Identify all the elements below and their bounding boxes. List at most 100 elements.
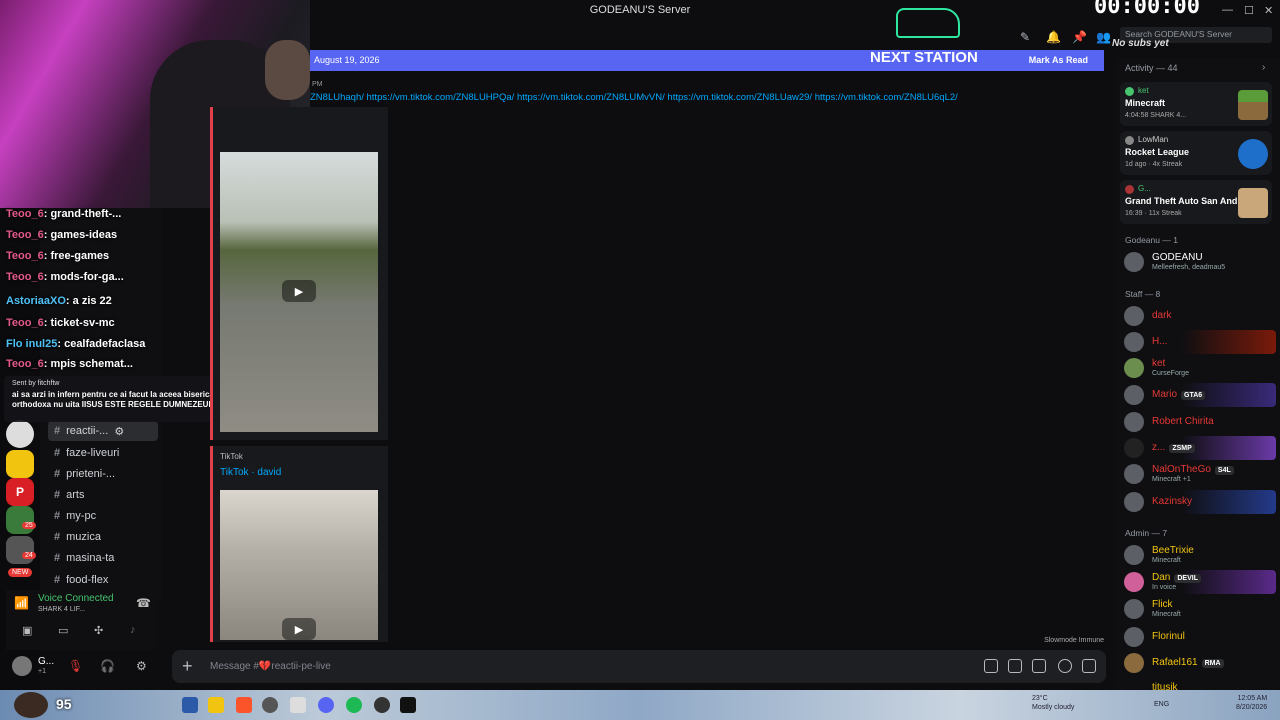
chat-line: Teoo_6: mpis schemat... [6, 358, 133, 370]
language-indicator[interactable]: ENG [1154, 701, 1169, 708]
mic-muted-icon[interactable]: 🎙 [68, 659, 83, 673]
channel-item-muzica[interactable]: # muzica [48, 527, 101, 547]
close-button[interactable]: ✕ [1264, 4, 1273, 17]
camera-off-icon[interactable]: ▣ [22, 624, 32, 637]
avatar [1124, 412, 1144, 432]
embed-author[interactable]: TikTok · david [220, 467, 281, 478]
member-item[interactable]: Kazinsky [1122, 490, 1276, 514]
apps-icon[interactable] [1082, 659, 1096, 673]
channel-item-food-flex[interactable]: # food-flex [48, 570, 108, 590]
chevron-right-icon[interactable]: › [1262, 62, 1265, 73]
member-name: Kazinsky [1152, 496, 1193, 507]
channel-item-reactii[interactable]: # reactii-... ⚙ [48, 421, 158, 441]
obs-icon[interactable] [262, 697, 278, 713]
notification-badge: 25 [22, 522, 36, 529]
video-thumbnail[interactable]: ▶ [220, 490, 378, 640]
member-item[interactable]: Rafael161 RMA [1122, 651, 1276, 675]
server-icon[interactable] [6, 506, 34, 534]
member-item[interactable]: Flick Minecraft [1122, 597, 1276, 621]
member-item[interactable]: Florinul [1122, 625, 1276, 649]
activity-meta: 4:04:58 SHARK 4... [1125, 112, 1187, 119]
discord-icon[interactable] [318, 697, 334, 713]
app-icon[interactable] [290, 697, 306, 713]
member-item[interactable]: BeeTrixie Minecraft [1122, 543, 1276, 567]
gift-icon[interactable] [984, 659, 998, 673]
member-item[interactable]: titusik [1122, 677, 1276, 690]
streamer-head [265, 40, 310, 100]
channel-item-arts[interactable]: # arts [48, 485, 84, 505]
activity-card[interactable]: LowMan Rocket League 1d ago · 4x Streak [1120, 131, 1272, 175]
member-item[interactable]: ket CurseForge [1122, 356, 1276, 380]
gif-icon[interactable] [1008, 659, 1022, 673]
search-icon[interactable] [182, 697, 198, 713]
maximize-button[interactable]: ☐ [1244, 4, 1254, 17]
avatar [1124, 599, 1144, 619]
next-station-label: NEXT STATION [870, 49, 978, 66]
play-icon[interactable]: ▶ [282, 618, 316, 640]
member-item[interactable]: GODEANU Melleefresh, deadmau5 [1122, 250, 1276, 274]
plus-icon[interactable]: + [182, 656, 193, 677]
member-name: GODEANU [1152, 252, 1203, 263]
activity-card[interactable]: ket Minecraft 4:04:58 SHARK 4... [1120, 82, 1272, 126]
settings-icon[interactable]: ⚙ [114, 425, 124, 438]
member-tag: RMA [1201, 659, 1224, 668]
member-item[interactable]: Mario GTA6 [1122, 383, 1276, 407]
spotify-icon[interactable] [346, 697, 362, 713]
member-item[interactable]: Robert Chirita [1122, 410, 1276, 434]
bell-icon[interactable]: 🔔 [1046, 30, 1061, 44]
member-status: Minecraft [1152, 557, 1181, 564]
deafen-icon[interactable]: 🎧 [100, 659, 115, 673]
channel-label: my-pc [66, 510, 97, 522]
app-icon[interactable] [374, 697, 390, 713]
avatar [1124, 252, 1144, 272]
avatar [1125, 185, 1134, 194]
capcut-icon[interactable] [400, 697, 416, 713]
member-item[interactable]: H... [1122, 330, 1276, 354]
sticker-icon[interactable] [1032, 659, 1046, 673]
embed-provider: TikTok [220, 452, 243, 461]
minimize-button[interactable]: — [1222, 4, 1233, 16]
message-composer[interactable]: + Message #💔reactii-pe-live [172, 650, 1106, 683]
member-status: Minecraft [1152, 611, 1181, 618]
screen-share-icon[interactable]: ▭ [58, 624, 68, 637]
threads-icon[interactable]: ✎ [1020, 30, 1034, 44]
emoji-icon[interactable] [1058, 659, 1072, 673]
new-messages-banner[interactable]: August 19, 2026 Mark As Read [310, 50, 1104, 71]
member-item[interactable]: dark [1122, 304, 1276, 328]
channel-item-prieteni[interactable]: # prieteni-... [48, 464, 115, 484]
mark-as-read-button[interactable]: Mark As Read [1029, 55, 1088, 65]
pin-icon[interactable]: 📌 [1072, 30, 1087, 44]
weather-widget[interactable]: 23°C Mostly cloudy [1032, 694, 1074, 712]
member-item[interactable]: z... ZSMP [1122, 436, 1276, 460]
gear-icon[interactable]: ⚙ [136, 659, 147, 673]
channel-item-my-pc[interactable]: # my-pc [48, 506, 96, 526]
channel-item-faze-liveuri[interactable]: # faze-liveuri [48, 443, 119, 463]
activities-icon[interactable]: ✣ [94, 624, 103, 637]
activity-card[interactable]: G... Grand Theft Auto San Andr... 16:39 … [1120, 180, 1272, 224]
avatar[interactable] [12, 656, 32, 676]
members-icon[interactable]: 👥 [1096, 30, 1111, 44]
activity-user: G... [1138, 184, 1151, 193]
channel-item-masina-ta[interactable]: # masina-ta [48, 548, 114, 568]
video-thumbnail[interactable]: ▶ [220, 152, 378, 432]
server-icon[interactable]: P [6, 478, 34, 506]
member-tag: ZSMP [1169, 444, 1195, 453]
folder-icon[interactable] [6, 450, 34, 478]
member-item[interactable]: NalOnTheGo S4L Minecraft +1 [1122, 462, 1276, 486]
clock[interactable]: 12:05 AM 8/20/2026 [1236, 694, 1267, 712]
notification-badge: 24 [22, 552, 36, 559]
message-input[interactable]: Message #💔reactii-pe-live [210, 661, 331, 672]
avatar [1124, 492, 1144, 512]
disconnect-icon[interactable]: ☎ [136, 596, 151, 610]
avatar [1124, 438, 1144, 458]
play-icon[interactable]: ▶ [282, 280, 316, 302]
brave-icon[interactable] [236, 697, 252, 713]
soundboard-icon[interactable]: ♪ [130, 624, 136, 636]
server-icon[interactable] [6, 536, 34, 564]
file-explorer-icon[interactable] [208, 697, 224, 713]
server-icon[interactable] [6, 420, 34, 448]
chat-line: Teoo_6: grand-theft-... [6, 208, 122, 220]
message-links[interactable]: ZN8LUhaqh/ https://vm.tiktok.com/ZN8LUHP… [310, 92, 958, 103]
voice-channel[interactable]: SHARK 4 LIF... [38, 606, 85, 613]
member-item[interactable]: Dan DEVIL In voice [1122, 570, 1276, 594]
